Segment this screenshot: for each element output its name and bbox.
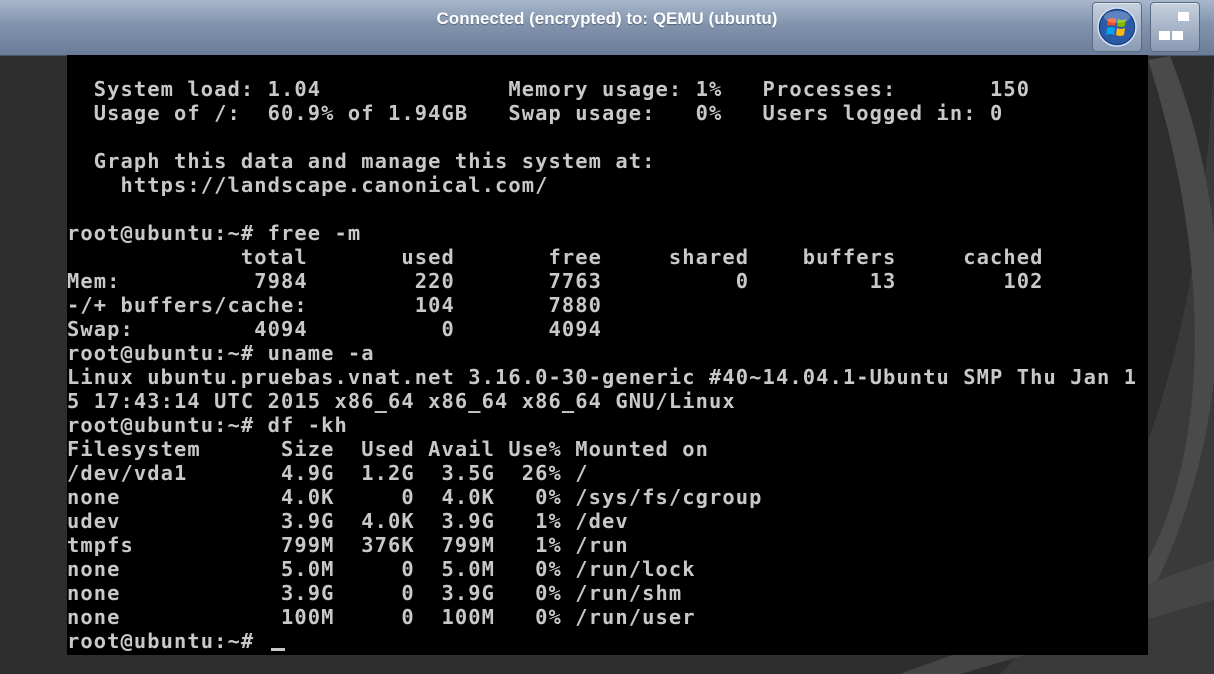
terminal-line: tmpfs 799M 376K 799M 1% /run (67, 533, 629, 557)
restore-window-icon (1159, 12, 1189, 40)
terminal-line: total used free shared buffers cached (67, 245, 1044, 269)
terminal-line: Linux ubuntu.pruebas.vnat.net 3.16.0-30-… (67, 365, 1138, 389)
terminal-line: none 5.0M 0 5.0M 0% /run/lock (67, 557, 696, 581)
start-menu-button[interactable] (1092, 2, 1142, 52)
terminal-line: none 3.9G 0 3.9G 0% /run/shm (67, 581, 683, 605)
terminal-line: Swap: 4094 0 4094 (67, 317, 603, 341)
terminal-line: root@ubuntu:~# uname -a (67, 341, 375, 365)
terminal-line: Mem: 7984 220 7763 0 13 102 (67, 269, 1044, 293)
terminal-line: -/+ buffers/cache: 104 7880 (67, 293, 603, 317)
terminal-line: Filesystem Size Used Avail Use% Mounted … (67, 437, 710, 461)
terminal-line: Usage of /: 60.9% of 1.94GB Swap usage: … (67, 101, 1004, 125)
restore-window-button[interactable] (1150, 2, 1200, 52)
terminal-screen[interactable]: System load: 1.04 Memory usage: 1% Proce… (67, 55, 1148, 655)
terminal-prompt: root@ubuntu:~# (67, 629, 268, 653)
terminal-line: none 4.0K 0 4.0K 0% /sys/fs/cgroup (67, 485, 763, 509)
terminal-line: System load: 1.04 Memory usage: 1% Proce… (67, 77, 1031, 101)
terminal-line: udev 3.9G 4.0K 3.9G 1% /dev (67, 509, 629, 533)
windows-orb-icon (1097, 7, 1137, 47)
terminal-line: none 100M 0 100M 0% /run/user (67, 605, 696, 629)
terminal-line: root@ubuntu:~# df -kh (67, 413, 348, 437)
window-title: Connected (encrypted) to: QEMU (ubuntu) (436, 9, 778, 28)
terminal-line: /dev/vda1 4.9G 1.2G 3.5G 26% / (67, 461, 589, 485)
terminal-line: root@ubuntu:~# free -m (67, 221, 362, 245)
terminal-line: 5 17:43:14 UTC 2015 x86_64 x86_64 x86_64… (67, 389, 736, 413)
text-cursor (271, 648, 285, 651)
vnc-title-bar: Connected (encrypted) to: QEMU (ubuntu) (0, 0, 1214, 56)
terminal-line: Graph this data and manage this system a… (67, 149, 656, 173)
terminal-line: https://landscape.canonical.com/ (67, 173, 549, 197)
